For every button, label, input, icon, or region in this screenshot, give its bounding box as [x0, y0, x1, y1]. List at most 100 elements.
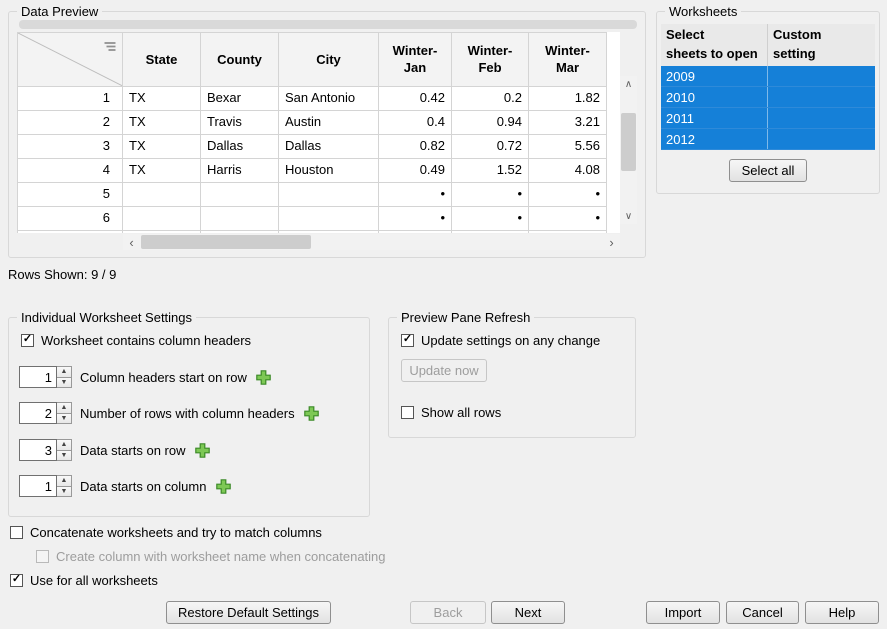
preview-header-row: StateCountyCityWinter- JanWinter- FebWin… [18, 33, 607, 87]
table-row: 1TXBexarSan Antonio0.420.21.82 [18, 86, 607, 110]
horizontal-scrollbar[interactable]: ‹ › [123, 234, 620, 250]
column-header[interactable]: Winter- Feb [452, 33, 529, 87]
next-button[interactable]: Next [491, 601, 565, 624]
worksheet-row[interactable]: 2009 [661, 66, 875, 87]
checkbox-box: ✓ [10, 526, 23, 539]
vertical-scrollbar[interactable]: ∧ ∨ [620, 76, 637, 224]
vertical-scrollbar-thumb[interactable] [621, 113, 636, 171]
horizontal-scrollbar-thumb[interactable] [141, 235, 311, 249]
preview-pane-refresh-title: Preview Pane Refresh [397, 310, 534, 325]
table-cell [201, 230, 279, 233]
scroll-right-icon[interactable]: › [603, 234, 620, 250]
spinner-up-icon[interactable]: ▲ [57, 476, 71, 486]
spinner-down-icon[interactable]: ▼ [57, 486, 71, 497]
top-scrollbar[interactable] [19, 20, 637, 29]
column-header[interactable]: Winter- Jan [379, 33, 452, 87]
update-now-button[interactable]: Update now [401, 359, 487, 382]
concatenate-worksheets-checkbox[interactable]: ✓ Concatenate worksheets and try to matc… [10, 524, 322, 540]
restore-default-settings-button[interactable]: Restore Default Settings [166, 601, 331, 624]
preview-pane-refresh-group: Preview Pane Refresh ✓ Update settings o… [388, 317, 636, 438]
worksheet-list: 2009201020112012 [661, 66, 875, 150]
table-cell: • [529, 182, 607, 206]
worksheet-name: 2011 [661, 108, 768, 128]
table-cell: San Antonio [279, 86, 379, 110]
help-button[interactable]: Help [805, 601, 879, 624]
worksheet-row[interactable]: 2011 [661, 108, 875, 129]
data-starts-on-row-spinner: ▲▼ [19, 439, 72, 461]
spinner-rows: ▲▼Column headers start on row▲▼Number of… [9, 318, 369, 516]
spinner-down-icon[interactable]: ▼ [57, 450, 71, 461]
scroll-left-icon[interactable]: ‹ [123, 234, 140, 250]
spinner-buttons: ▲▼ [57, 366, 72, 388]
use-for-all-worksheets-checkbox[interactable]: ✓ Use for all worksheets [10, 572, 158, 588]
rows-with-column-headers-spinner-input[interactable] [19, 402, 57, 424]
checkbox-box: ✓ [36, 550, 49, 563]
column-header[interactable]: Winter- Mar [529, 33, 607, 87]
table-cell: 5.56 [529, 134, 607, 158]
data-preview-title: Data Preview [17, 4, 102, 19]
filter-icon[interactable] [102, 41, 117, 53]
column-headers-start-row-spinner-input[interactable] [19, 366, 57, 388]
table-cell: • [452, 206, 529, 230]
table-cell: 0.72 [452, 134, 529, 158]
worksheet-row[interactable]: 2012 [661, 129, 875, 150]
update-on-change-checkbox[interactable]: ✓ Update settings on any change [401, 332, 600, 348]
table-cell [279, 206, 379, 230]
checkbox-box: ✓ [401, 334, 414, 347]
add-button[interactable] [255, 368, 273, 386]
table-cell: 4.08 [529, 158, 607, 182]
worksheet-row[interactable]: 2010 [661, 87, 875, 108]
add-button[interactable] [303, 404, 321, 422]
plus-icon [303, 405, 320, 422]
row-number: 6 [18, 206, 123, 230]
spinner-row: ▲▼ Column headers start on row [19, 365, 273, 389]
spinner-row: ▲▼Data starts on row [19, 438, 212, 462]
add-button[interactable] [214, 477, 232, 495]
spinner-down-icon[interactable]: ▼ [57, 413, 71, 424]
column-header[interactable]: County [201, 33, 279, 87]
data-starts-on-row-spinner-input[interactable] [19, 439, 57, 461]
table-cell: • [529, 206, 607, 230]
worksheet-custom-setting [768, 87, 875, 107]
table-row: 5••• [18, 182, 607, 206]
show-all-rows-checkbox[interactable]: ✓ Show all rows [401, 404, 501, 420]
cancel-button[interactable]: Cancel [726, 601, 799, 624]
add-button[interactable] [194, 441, 212, 459]
spinner-buttons: ▲▼ [57, 475, 72, 497]
table-cell [529, 230, 607, 233]
spinner-down-icon[interactable]: ▼ [57, 377, 71, 388]
rows-shown-status: Rows Shown: 9 / 9 [8, 267, 116, 282]
checkbox-label: Show all rows [421, 405, 501, 420]
table-cell [279, 182, 379, 206]
row-number: 5 [18, 182, 123, 206]
table-cell: 0.42 [379, 86, 452, 110]
checkbox-label: Concatenate worksheets and try to match … [30, 525, 322, 540]
import-button[interactable]: Import [646, 601, 720, 624]
spinner-label: Column headers start on row [80, 370, 247, 385]
worksheets-title: Worksheets [665, 4, 741, 19]
table-cell: Dallas [201, 134, 279, 158]
spinner-up-icon[interactable]: ▲ [57, 403, 71, 413]
table-cell: 1.82 [529, 86, 607, 110]
spinner-up-icon[interactable]: ▲ [57, 440, 71, 450]
checkbox-box: ✓ [10, 574, 23, 587]
table-row: 7 [18, 230, 607, 233]
table-row: 3TXDallasDallas0.820.725.56 [18, 134, 607, 158]
spinner-up-icon[interactable]: ▲ [57, 367, 71, 377]
column-header[interactable]: State [123, 33, 201, 87]
worksheet-custom-setting [768, 66, 875, 86]
worksheet-name: 2012 [661, 129, 768, 149]
table-cell: 0.49 [379, 158, 452, 182]
table-cell: Travis [201, 110, 279, 134]
table-cell: • [452, 182, 529, 206]
back-button[interactable]: Back [410, 601, 486, 624]
data-starts-on-column-spinner-input[interactable] [19, 475, 57, 497]
table-cell: Houston [279, 158, 379, 182]
scroll-up-icon[interactable]: ∧ [620, 76, 637, 92]
select-all-button[interactable]: Select all [729, 159, 807, 182]
column-header[interactable]: City [279, 33, 379, 87]
data-starts-on-column-spinner: ▲▼ [19, 475, 72, 497]
worksheets-group: Worksheets Select sheets to open Custom … [656, 11, 880, 194]
table-cell: • [379, 206, 452, 230]
scroll-down-icon[interactable]: ∨ [620, 208, 637, 224]
